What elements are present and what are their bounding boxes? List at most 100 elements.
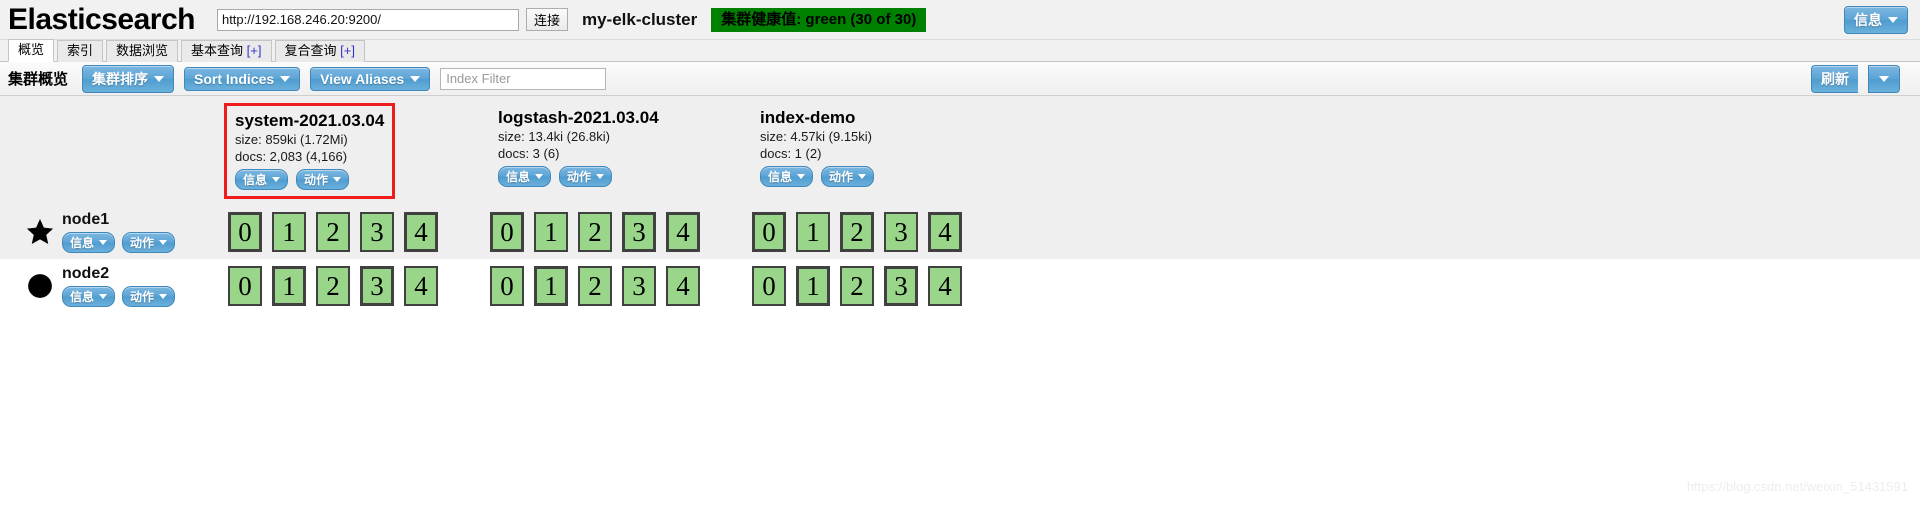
shard-1[interactable]: 1 — [534, 266, 568, 306]
refresh-split-button: 刷新 — [1811, 64, 1910, 93]
shard-0[interactable]: 0 — [490, 212, 524, 252]
node-info-label: 信息 — [70, 290, 95, 304]
index-card-0: system-2021.03.04 size: 859ki (1.72Mi) doc… — [224, 96, 490, 205]
node-action-button[interactable]: 动作 — [122, 232, 176, 253]
star-icon — [18, 217, 62, 247]
tab-3[interactable]: 基本查询 [+] — [181, 40, 272, 62]
host-input[interactable] — [216, 8, 519, 31]
index-action-button[interactable]: 动作 — [296, 169, 350, 190]
shard-2[interactable]: 2 — [840, 266, 874, 306]
shard-0[interactable]: 0 — [228, 266, 262, 306]
shards: 01234 — [490, 205, 752, 259]
shard-group-2: 01234 — [752, 259, 1014, 313]
index-filter-input[interactable] — [440, 67, 607, 90]
shard-4[interactable]: 4 — [404, 266, 438, 306]
index-docs: docs: 2,083 (4,166) — [235, 149, 348, 164]
node-name: node1 — [62, 211, 110, 228]
shard-1[interactable]: 1 — [272, 212, 306, 252]
shard-1[interactable]: 1 — [796, 212, 830, 252]
shard-group-1: 01234 — [490, 205, 752, 259]
tab-0[interactable]: 概览 — [8, 39, 55, 62]
sort-cluster-button[interactable]: 集群排序 — [82, 64, 175, 93]
shard-4[interactable]: 4 — [666, 212, 700, 252]
index-actions: 信息 动作 — [498, 166, 659, 187]
index-info-button[interactable]: 信息 — [235, 169, 289, 190]
tab-1[interactable]: 索引 — [57, 40, 104, 62]
tab-2[interactable]: 数据浏览 — [106, 40, 179, 62]
tab-4[interactable]: 复合查询 [+] — [274, 40, 365, 62]
node-info-label: 信息 — [70, 236, 95, 250]
shard-2[interactable]: 2 — [578, 212, 612, 252]
index-info-label: 信息 — [768, 170, 793, 184]
shard-3[interactable]: 3 — [884, 212, 918, 252]
shard-0[interactable]: 0 — [228, 212, 262, 252]
index-size: size: 859ki (1.72Mi) — [235, 132, 348, 147]
chevron-down-icon — [797, 174, 806, 179]
shard-2[interactable]: 2 — [578, 266, 612, 306]
index-info-button[interactable]: 信息 — [498, 166, 552, 187]
shard-1[interactable]: 1 — [796, 266, 830, 306]
sort-indices-button[interactable]: Sort Indices — [184, 66, 301, 91]
node-name: node2 — [62, 265, 110, 282]
index-name: logstash-2021.03.04 — [498, 108, 659, 127]
chevron-down-icon — [596, 174, 605, 179]
shard-0[interactable]: 0 — [752, 266, 786, 306]
shard-3[interactable]: 3 — [884, 266, 918, 306]
node-actions: 信息 动作 — [62, 232, 176, 253]
shard-group-1: 01234 — [490, 259, 752, 313]
node-info: node1 信息 动作 — [62, 211, 176, 253]
shard-4[interactable]: 4 — [666, 266, 700, 306]
shard-2[interactable]: 2 — [840, 212, 874, 252]
shards: 01234 — [228, 259, 490, 313]
node-info-button[interactable]: 信息 — [62, 286, 116, 307]
index-actions: 信息 动作 — [235, 169, 384, 190]
index-card-2: index-demo size: 4.57ki (9.15ki) docs: 1 (… — [752, 96, 1014, 205]
index-action-label: 动作 — [567, 170, 592, 184]
shard-1[interactable]: 1 — [534, 212, 568, 252]
index-action-label: 动作 — [829, 170, 854, 184]
tab-label: 概览 — [18, 42, 45, 57]
app-brand: Elasticsearch — [8, 2, 195, 36]
index-info-button[interactable]: 信息 — [760, 166, 814, 187]
node-info-button[interactable]: 信息 — [62, 232, 116, 253]
shard-group-0: 01234 — [228, 259, 490, 313]
shard-0[interactable]: 0 — [752, 212, 786, 252]
index-action-button[interactable]: 动作 — [559, 166, 613, 187]
index-size: size: 4.57ki (9.15ki) — [760, 129, 872, 144]
chevron-down-icon — [1888, 16, 1898, 23]
circle-icon — [18, 271, 62, 301]
chevron-down-icon — [1879, 75, 1889, 82]
shard-2[interactable]: 2 — [316, 266, 350, 306]
shard-group-2: 01234 — [752, 205, 1014, 259]
node-actions: 信息 动作 — [62, 286, 176, 307]
shard-1[interactable]: 1 — [272, 266, 306, 306]
node-cell-node1: node1 信息 动作 — [0, 205, 228, 259]
shard-2[interactable]: 2 — [316, 212, 350, 252]
node-cell-node2: node2 信息 动作 — [0, 259, 228, 313]
node-action-button[interactable]: 动作 — [122, 286, 176, 307]
shard-3[interactable]: 3 — [360, 212, 394, 252]
shard-4[interactable]: 4 — [404, 212, 438, 252]
node-row: node2 信息 动作 0 1 2 3 4 0 1 2 3 4 0 1 2 3 4 — [0, 259, 1920, 313]
index-docs: docs: 1 (2) — [760, 146, 822, 161]
shard-3[interactable]: 3 — [360, 266, 394, 306]
shard-0[interactable]: 0 — [490, 266, 524, 306]
shard-group-0: 01234 — [228, 205, 490, 259]
refresh-button[interactable]: 刷新 — [1811, 64, 1858, 93]
shard-3[interactable]: 3 — [622, 266, 656, 306]
shard-4[interactable]: 4 — [928, 212, 962, 252]
shards: 01234 — [752, 259, 1014, 313]
shard-3[interactable]: 3 — [622, 212, 656, 252]
shards: 01234 — [490, 259, 752, 313]
connect-button[interactable]: 连接 — [525, 8, 568, 31]
header-info-button[interactable]: 信息 — [1844, 5, 1908, 34]
node-row: node1 信息 动作 0 1 2 3 4 0 1 2 3 4 0 1 2 3 4 — [0, 205, 1920, 259]
chevron-down-icon — [858, 174, 867, 179]
index-action-button[interactable]: 动作 — [821, 166, 875, 187]
refresh-options-button[interactable] — [1868, 64, 1900, 93]
refresh-label: 刷新 — [1821, 70, 1849, 87]
shard-4[interactable]: 4 — [928, 266, 962, 306]
view-aliases-button[interactable]: View Aliases — [310, 66, 431, 91]
chevron-down-icon — [410, 75, 421, 82]
chevron-down-icon — [272, 177, 281, 182]
